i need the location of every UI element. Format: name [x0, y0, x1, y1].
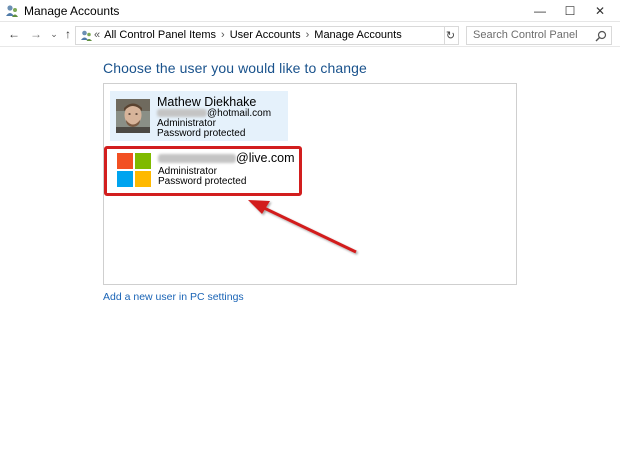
account-status: Password protected	[157, 128, 246, 139]
close-button[interactable]: ✕	[585, 0, 615, 22]
account-tile-mathew[interactable]: Mathew Diekhake @hotmail.com Administrat…	[110, 91, 288, 141]
add-new-user-link[interactable]: Add a new user in PC settings	[103, 291, 244, 303]
breadcrumb-separator-icon[interactable]: ›	[306, 29, 310, 41]
search-box[interactable]	[466, 26, 612, 45]
user-accounts-icon	[6, 5, 18, 17]
address-bar[interactable]: « All Control Panel Items › User Account…	[75, 26, 512, 45]
breadcrumb-separator-icon[interactable]: ›	[221, 29, 225, 41]
account-tile-live[interactable]: @live.com Administrator Password protect…	[104, 146, 302, 196]
search-icon[interactable]	[595, 30, 607, 42]
user-avatar	[116, 99, 150, 133]
account-name: Mathew Diekhake	[157, 95, 257, 109]
microsoft-logo-icon	[117, 153, 151, 187]
minimize-button[interactable]: —	[525, 0, 555, 22]
forward-button[interactable]: →	[28, 26, 44, 42]
page-title: Choose the user you would like to change	[103, 60, 367, 76]
breadcrumb: « All Control Panel Items › User Account…	[94, 29, 402, 41]
refresh-button[interactable]: ↻	[443, 26, 459, 45]
redacted-email	[157, 109, 207, 118]
search-input[interactable]	[473, 29, 593, 41]
breadcrumb-all-control-panel-items[interactable]: All Control Panel Items	[104, 29, 216, 41]
maximize-button[interactable]: ☐	[555, 0, 585, 22]
control-panel-icon	[81, 30, 92, 41]
title-bar: Manage Accounts — ☐ ✕	[0, 0, 620, 22]
back-button[interactable]: ←	[6, 26, 22, 42]
window-title: Manage Accounts	[24, 4, 120, 18]
redacted-email	[158, 154, 236, 164]
navigation-bar: ← → ⌄ ↑ « All Control Panel Items › User…	[0, 23, 620, 47]
breadcrumb-manage-accounts[interactable]: Manage Accounts	[314, 29, 402, 41]
account-name: @live.com	[158, 151, 295, 165]
account-status: Password protected	[158, 176, 247, 187]
breadcrumb-user-accounts[interactable]: User Accounts	[230, 29, 301, 41]
breadcrumb-overflow-icon[interactable]: «	[94, 29, 100, 41]
up-button[interactable]: ↑	[60, 26, 76, 42]
